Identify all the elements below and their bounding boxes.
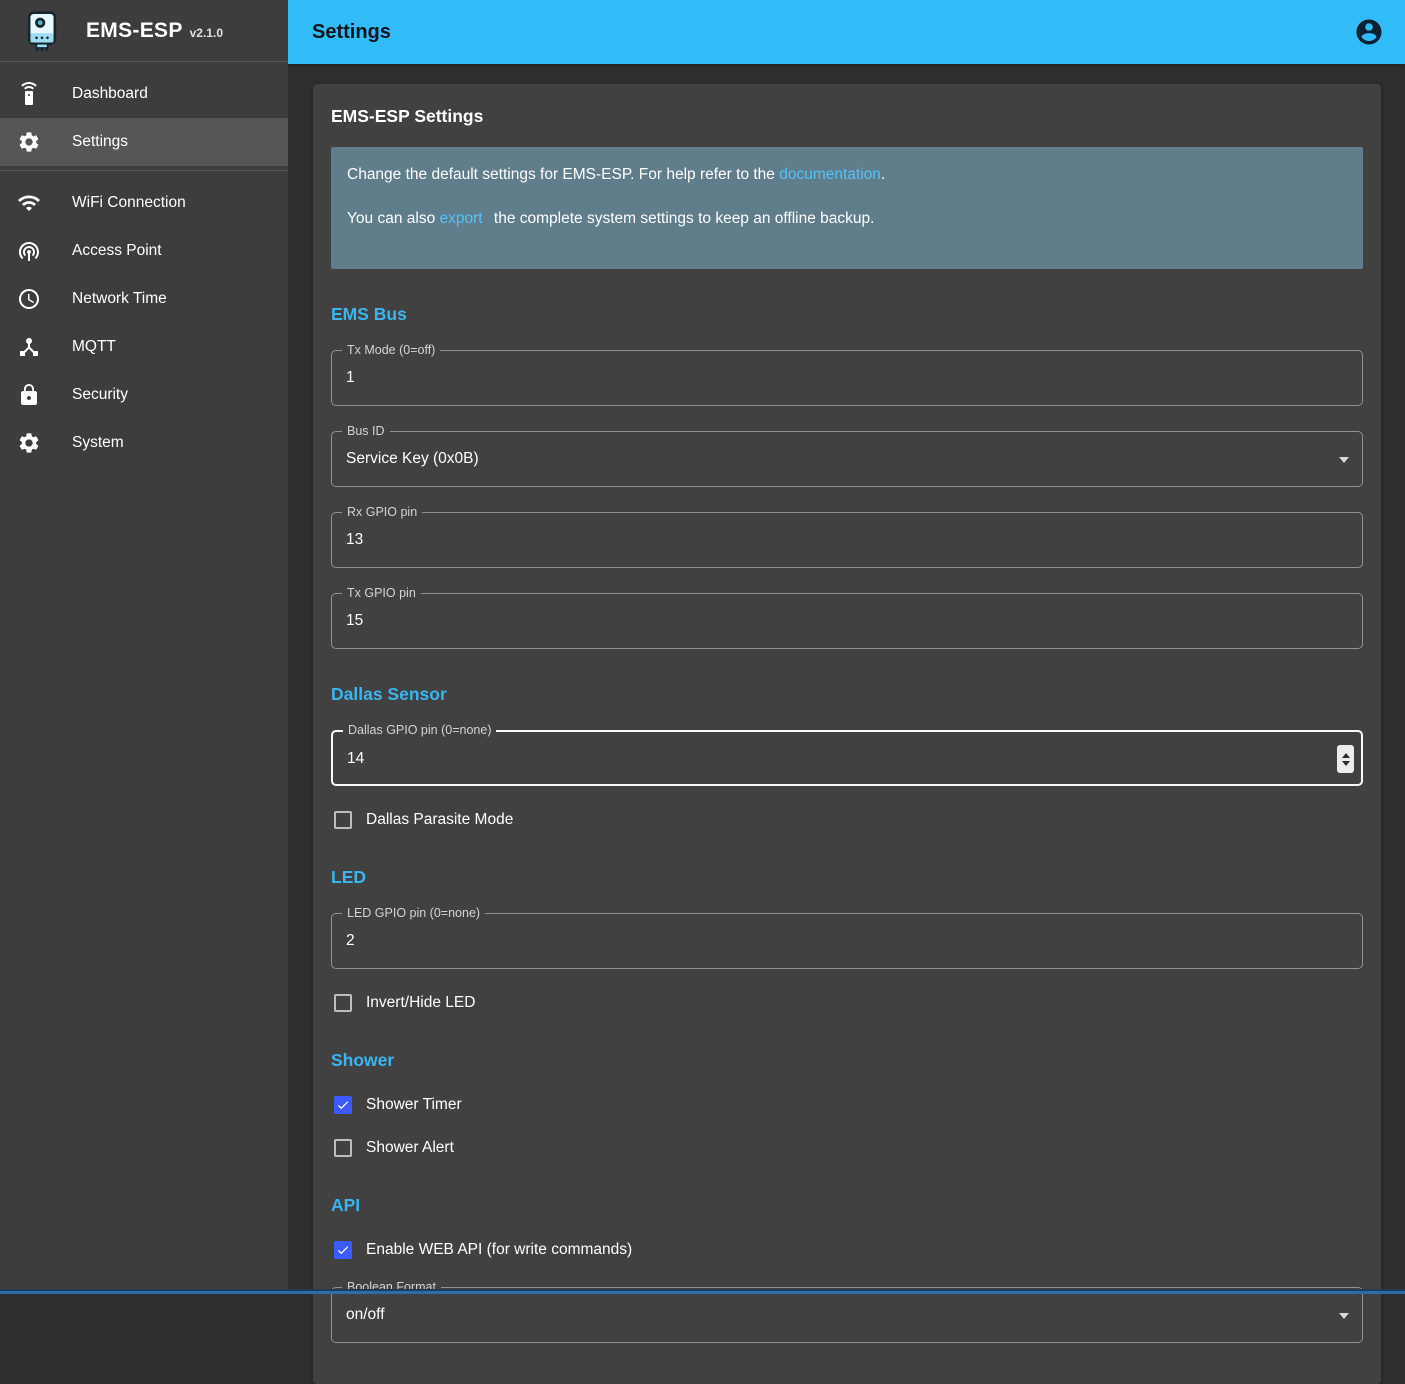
field-label: Tx Mode (0=off) <box>342 343 440 357</box>
sidebar-item-mqtt[interactable]: MQTT <box>0 323 288 371</box>
page-title: Settings <box>312 21 391 44</box>
section-title-dallas-sensor: Dallas Sensor <box>331 684 1363 705</box>
sidebar-item-label: Security <box>72 386 128 404</box>
tx-gpio-field[interactable]: Tx GPIO pin 15 <box>331 593 1363 649</box>
chevron-down-icon <box>1339 457 1349 463</box>
wifi-tethering-icon <box>17 239 41 263</box>
field-label: Rx GPIO pin <box>342 505 422 519</box>
brand-version: v2.1.0 <box>190 26 223 40</box>
checkbox[interactable] <box>334 1241 352 1259</box>
stepper-up-icon[interactable] <box>1342 753 1350 758</box>
checkbox-label: Invert/Hide LED <box>366 994 475 1012</box>
field-value: on/off <box>346 1306 385 1324</box>
tx-mode-field[interactable]: Tx Mode (0=off) 1 <box>331 350 1363 406</box>
boolean-format-select[interactable]: Boolean Format on/off <box>331 1287 1363 1343</box>
boiler-logo-icon <box>20 9 64 53</box>
field-label: Dallas GPIO pin (0=none) <box>343 723 496 737</box>
info-line-1: Change the default settings for EMS-ESP.… <box>347 165 1347 185</box>
sidebar-item-label: MQTT <box>72 338 116 356</box>
remote-icon <box>17 82 41 106</box>
gear-icon <box>17 130 41 154</box>
section-title-led: LED <box>331 867 1363 888</box>
account-circle-icon[interactable] <box>1347 10 1391 54</box>
sidebar-item-label: System <box>72 434 124 452</box>
sidebar: EMS-ESP v2.1.0 Dashboard Settings WiFi C… <box>0 0 288 1294</box>
check-icon <box>336 1242 350 1258</box>
enable-web-api-checkbox[interactable]: Enable WEB API (for write commands) <box>331 1238 1363 1262</box>
settings-card: EMS-ESP Settings Change the default sett… <box>313 84 1381 1384</box>
checkbox-label: Shower Timer <box>366 1096 462 1114</box>
sidebar-item-system[interactable]: System <box>0 419 288 467</box>
checkbox-label: Shower Alert <box>366 1139 454 1157</box>
sidebar-item-label: Access Point <box>72 242 162 260</box>
field-value: 1 <box>346 369 355 387</box>
checkbox[interactable] <box>334 811 352 829</box>
sidebar-item-dashboard[interactable]: Dashboard <box>0 70 288 118</box>
app-bar: Settings <box>288 0 1405 64</box>
sidebar-item-label: Dashboard <box>72 85 148 103</box>
field-value: 14 <box>347 750 364 768</box>
info-line-2: You can also export the complete system … <box>347 209 1347 229</box>
field-label: Tx GPIO pin <box>342 586 421 600</box>
section-title-shower: Shower <box>331 1050 1363 1071</box>
info-text: You can also <box>347 210 440 227</box>
wifi-icon <box>17 191 41 215</box>
hub-icon <box>17 335 41 359</box>
sidebar-item-access-point[interactable]: Access Point <box>0 227 288 275</box>
section-title-api: API <box>331 1195 1363 1216</box>
gear-icon <box>17 431 41 455</box>
sidebar-item-network-time[interactable]: Network Time <box>0 275 288 323</box>
clock-icon <box>17 287 41 311</box>
dallas-gpio-field[interactable]: Dallas GPIO pin (0=none) 14 <box>331 730 1363 786</box>
checkbox[interactable] <box>334 1139 352 1157</box>
field-value: 13 <box>346 531 363 549</box>
main-content: EMS-ESP Settings Change the default sett… <box>288 64 1405 1294</box>
documentation-link[interactable]: documentation <box>779 166 881 183</box>
sidebar-item-label: Settings <box>72 133 128 151</box>
export-link[interactable]: export <box>440 210 483 227</box>
brand-header: EMS-ESP v2.1.0 <box>0 0 288 62</box>
rx-gpio-field[interactable]: Rx GPIO pin 13 <box>331 512 1363 568</box>
stepper-down-icon[interactable] <box>1342 761 1350 766</box>
dallas-parasite-checkbox[interactable]: Dallas Parasite Mode <box>331 808 1363 832</box>
field-value: 15 <box>346 612 363 630</box>
shower-alert-checkbox[interactable]: Shower Alert <box>331 1136 1363 1160</box>
sidebar-item-security[interactable]: Security <box>0 371 288 419</box>
shower-timer-checkbox[interactable]: Shower Timer <box>331 1093 1363 1117</box>
check-icon <box>336 1097 350 1113</box>
lock-icon <box>17 383 41 407</box>
field-label: LED GPIO pin (0=none) <box>342 906 485 920</box>
bottom-edge-strip <box>0 1289 1405 1294</box>
field-value: 2 <box>346 932 355 950</box>
bus-id-select[interactable]: Bus ID Service Key (0x0B) <box>331 431 1363 487</box>
section-title-ems-bus: EMS Bus <box>331 304 1363 325</box>
sidebar-nav: Dashboard Settings WiFi Connection Acces… <box>0 62 288 467</box>
info-box: Change the default settings for EMS-ESP.… <box>331 147 1363 269</box>
info-text: . <box>881 166 885 183</box>
number-stepper[interactable] <box>1337 745 1354 773</box>
checkbox[interactable] <box>334 1096 352 1114</box>
led-gpio-field[interactable]: LED GPIO pin (0=none) 2 <box>331 913 1363 969</box>
checkbox[interactable] <box>334 994 352 1012</box>
checkbox-label: Enable WEB API (for write commands) <box>366 1241 632 1259</box>
sidebar-item-label: Network Time <box>72 290 167 308</box>
brand-title: EMS-ESP <box>86 19 183 43</box>
info-text: the complete system settings to keep an … <box>490 210 875 227</box>
field-value: Service Key (0x0B) <box>346 450 479 468</box>
chevron-down-icon <box>1339 1313 1349 1319</box>
sidebar-divider <box>0 170 288 171</box>
card-title: EMS-ESP Settings <box>331 102 1363 127</box>
invert-hide-led-checkbox[interactable]: Invert/Hide LED <box>331 991 1363 1015</box>
info-text: Change the default settings for EMS-ESP.… <box>347 166 779 183</box>
sidebar-item-label: WiFi Connection <box>72 194 186 212</box>
checkbox-label: Dallas Parasite Mode <box>366 811 513 829</box>
field-label: Bus ID <box>342 424 390 438</box>
sidebar-item-wifi-connection[interactable]: WiFi Connection <box>0 179 288 227</box>
sidebar-item-settings[interactable]: Settings <box>0 118 288 166</box>
